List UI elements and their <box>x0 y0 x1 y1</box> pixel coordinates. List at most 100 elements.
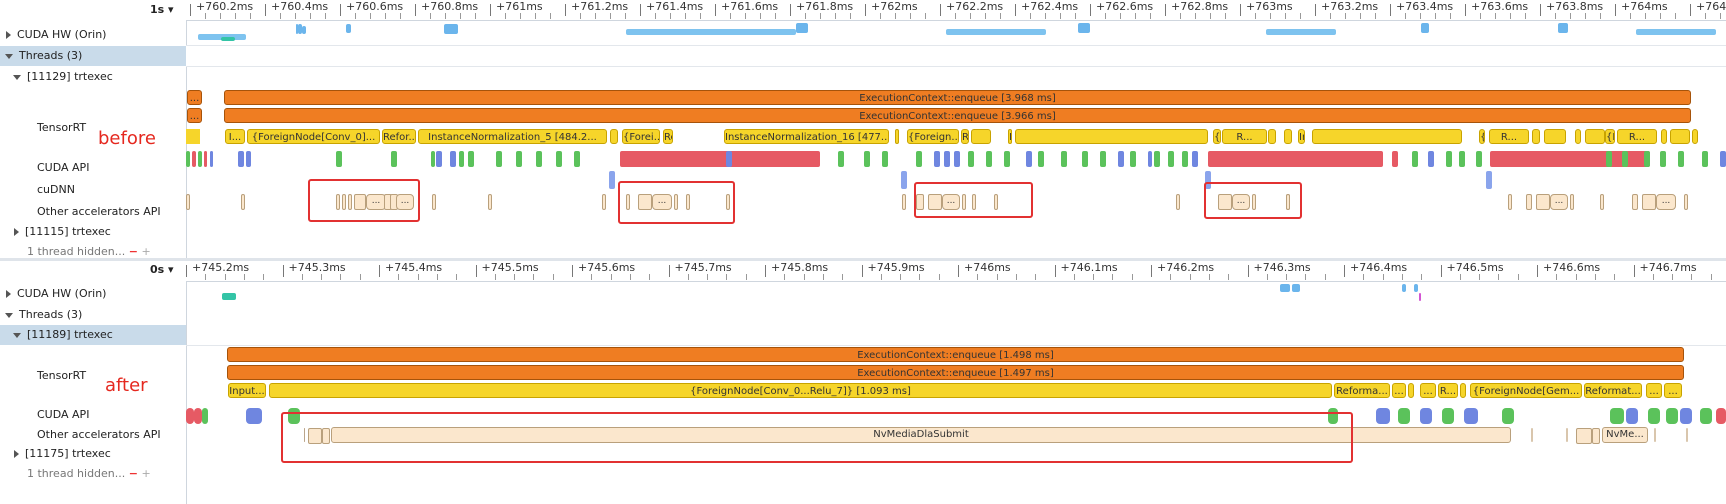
cuda-api-call[interactable] <box>204 151 207 167</box>
cuda-api-call[interactable] <box>1644 151 1650 167</box>
cuda-api-call[interactable] <box>1428 151 1434 167</box>
cuda-api-call[interactable] <box>1118 151 1124 167</box>
cuda-api-call[interactable] <box>1442 408 1454 424</box>
cuda-api-call[interactable] <box>882 151 888 167</box>
cuda-api-call[interactable] <box>1082 151 1088 167</box>
cuda-api-call[interactable] <box>1192 151 1198 167</box>
cuda-api-call[interactable] <box>1004 151 1010 167</box>
cuda-api-call[interactable] <box>431 151 435 167</box>
cuda-api-call[interactable] <box>574 151 580 167</box>
cuda-api-call[interactable] <box>1420 408 1432 424</box>
cuda-api-call[interactable] <box>459 151 464 167</box>
cuda-api-call[interactable] <box>1502 408 1514 424</box>
cuda-api-call[interactable] <box>1680 408 1692 424</box>
cuda-api-call[interactable] <box>1606 151 1612 167</box>
cuda-api-call[interactable] <box>916 151 922 167</box>
accelerator-call[interactable] <box>1176 194 1180 210</box>
row-thread-main[interactable]: [11129] trtexec <box>0 67 194 87</box>
cuda-api-call[interactable] <box>238 151 244 167</box>
minus-icon[interactable]: − <box>129 467 138 480</box>
expand-icon[interactable] <box>14 228 19 236</box>
cuda-api-call[interactable] <box>496 151 502 167</box>
cuda-api-call[interactable] <box>1154 151 1160 167</box>
layer-bar[interactable] <box>1661 129 1667 144</box>
cuda-api-call[interactable] <box>1392 151 1398 167</box>
layer-bar[interactable]: Reforma... <box>1334 383 1390 398</box>
plus-icon[interactable]: + <box>142 245 151 258</box>
cuda-api-call[interactable] <box>1376 408 1390 424</box>
layer-bar[interactable] <box>971 129 991 144</box>
cuda-api-call[interactable] <box>1626 408 1638 424</box>
accelerator-call[interactable] <box>1536 194 1550 210</box>
layer-bar[interactable] <box>895 129 899 144</box>
layer-bar[interactable]: {Forei... <box>1605 129 1615 144</box>
accelerator-call[interactable] <box>1642 194 1656 210</box>
accelerator-call[interactable] <box>1600 194 1604 210</box>
cuda-api-call[interactable] <box>1412 151 1418 167</box>
layer-bar[interactable]: {Forei... <box>1479 129 1485 144</box>
accelerator-call[interactable]: ... <box>1550 194 1568 210</box>
layer-bar[interactable]: R... <box>1617 129 1657 144</box>
cuda-api-call[interactable] <box>1622 151 1628 167</box>
layer-bar[interactable]: R... <box>1438 383 1458 398</box>
cuda-api-call[interactable] <box>1610 408 1624 424</box>
layer-bar[interactable] <box>1692 129 1698 144</box>
cuda-api-call[interactable] <box>1168 151 1174 167</box>
cuda-api-call[interactable] <box>1446 151 1452 167</box>
layer-bar[interactable]: ... <box>1664 383 1682 398</box>
layer-bar[interactable]: R... <box>961 129 969 144</box>
cuda-api-call[interactable] <box>186 408 194 424</box>
accelerator-call[interactable] <box>488 194 492 210</box>
row-thread-other[interactable]: [11175] trtexec <box>0 444 194 464</box>
layer-bar[interactable]: ... <box>1646 383 1662 398</box>
cuda-api-call[interactable] <box>1130 151 1136 167</box>
layer-bar[interactable] <box>1544 129 1566 144</box>
cuda-api-call[interactable] <box>726 151 732 167</box>
top-zoom-dropdown[interactable]: 1s ▾ <box>150 3 174 16</box>
layer-bar[interactable] <box>1268 129 1276 144</box>
cuda-hw-track[interactable] <box>186 21 1726 45</box>
accelerator-call[interactable]: ... <box>1656 194 1676 210</box>
layer-bar[interactable] <box>1284 129 1292 144</box>
cuda-api-call[interactable] <box>1208 151 1383 167</box>
tensorrt-small-bar[interactable]: ... <box>187 90 202 105</box>
plus-icon[interactable]: + <box>142 467 151 480</box>
cuda-api-call[interactable] <box>194 408 202 424</box>
layer-bar[interactable]: InstanceNormalization_5 [484.2... <box>418 129 607 144</box>
row-threads[interactable]: Threads (3) <box>0 46 186 66</box>
accelerator-call[interactable] <box>1570 194 1574 210</box>
cuda-api-call[interactable] <box>1026 151 1032 167</box>
row-cuda-hw[interactable]: CUDA HW (Orin) <box>0 25 186 45</box>
cuda-api-call[interactable] <box>186 151 190 167</box>
cuda-api-call[interactable] <box>198 151 202 167</box>
cuda-api-call[interactable] <box>864 151 870 167</box>
layer-bar[interactable]: InstanceNormalization_16 [477.... <box>724 129 889 144</box>
collapse-icon[interactable] <box>5 53 13 59</box>
row-hidden-threads[interactable]: 1 thread hidden... − + <box>0 464 213 484</box>
layer-bar[interactable]: R... <box>1222 129 1267 144</box>
layer-bar[interactable]: {ForeignNode[Conv_0]... <box>247 129 380 144</box>
cuda-api-call[interactable] <box>536 151 542 167</box>
minus-icon[interactable]: − <box>129 245 138 258</box>
layer-bar[interactable] <box>1408 383 1414 398</box>
layer-bar[interactable]: {Foreign... <box>907 129 959 144</box>
cuda-api-call[interactable] <box>1464 408 1478 424</box>
cuda-api-call[interactable] <box>838 151 844 167</box>
cuda-api-call[interactable] <box>1660 151 1666 167</box>
cuda-api-call[interactable] <box>1716 408 1726 424</box>
dla-submit-small-bar[interactable]: NvMe... <box>1602 427 1648 443</box>
row-cuda-hw[interactable]: CUDA HW (Orin) <box>0 284 186 304</box>
cuda-api-call[interactable] <box>450 151 456 167</box>
cuda-api-call[interactable] <box>1476 151 1482 167</box>
layer-bar[interactable]: {ForeignNode[Conv_0...Relu_7]} [1.093 ms… <box>269 383 1332 398</box>
cuda-api-call[interactable] <box>1061 151 1067 167</box>
expand-icon[interactable] <box>14 450 19 458</box>
row-threads[interactable]: Threads (3) <box>0 305 186 325</box>
tensorrt-small-bar[interactable]: ... <box>187 108 202 123</box>
cuda-api-call[interactable] <box>986 151 992 167</box>
cuda-api-call[interactable] <box>1720 151 1726 167</box>
layer-bar[interactable] <box>1670 129 1690 144</box>
layer-bar[interactable]: Refor... <box>663 129 673 144</box>
accelerator-call[interactable] <box>602 194 606 210</box>
expand-icon[interactable] <box>6 290 11 298</box>
